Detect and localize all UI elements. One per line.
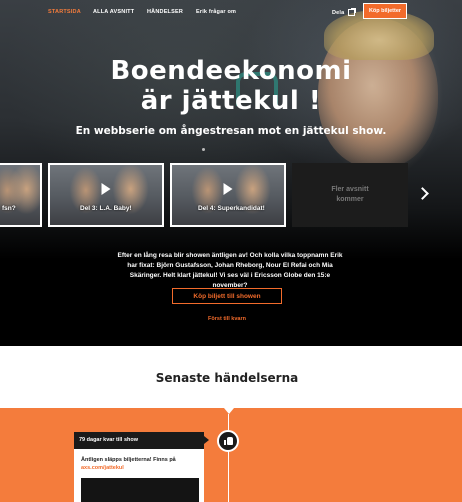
- episode-card-4[interactable]: Del 4: Superkandidat!: [170, 163, 286, 227]
- thumbs-up-icon: [223, 437, 233, 445]
- episode-label: fsn?: [2, 205, 16, 212]
- hero-title-line2: är jättekul !: [140, 86, 322, 116]
- share-label: Dela: [332, 9, 345, 16]
- like-button[interactable]: [217, 430, 239, 452]
- episode-thumbnail: [0, 165, 40, 225]
- nav-item-handelser[interactable]: HÄNDELSER: [147, 9, 183, 15]
- share-icon: [348, 8, 357, 16]
- carousel-dot[interactable]: [202, 148, 205, 151]
- buy-tickets-button[interactable]: Köp biljetter: [363, 3, 407, 19]
- timeline-notch: [224, 408, 234, 414]
- share-link[interactable]: Dela: [332, 8, 357, 16]
- event-card: 79 dagar kvar till show Äntligen släpps …: [74, 432, 204, 502]
- hero-subtitle: En webbserie om ångestresan mot en jätte…: [75, 125, 387, 137]
- episode-thumbnail: [50, 165, 162, 225]
- more-episodes-label: Fler avsnitt kommer: [331, 186, 369, 203]
- episode-card-3[interactable]: Del 3: L.A. Baby!: [48, 163, 164, 227]
- nav-item-startsida[interactable]: STARTSIDA: [48, 9, 81, 15]
- event-card-text: Äntligen släpps biljetterna! Finns på ax…: [81, 456, 201, 472]
- event-card-image: [81, 478, 199, 502]
- hero-title-line1: Boendeekonomi: [110, 56, 352, 86]
- episode-label: Del 4: Superkandidat!: [198, 205, 265, 212]
- first-come-link[interactable]: Först till kvarn: [0, 316, 454, 322]
- nav-item-erik-fragar-om[interactable]: Erik frågar om: [196, 9, 236, 15]
- nav-item-alla-avsnitt[interactable]: ALLA AVSNITT: [93, 9, 134, 15]
- event-card-header: 79 dagar kvar till show: [74, 432, 204, 449]
- events-timeline: [0, 408, 462, 502]
- intro-text: Efter en lång resa blir showen äntligen …: [117, 252, 343, 289]
- episode-card-prev[interactable]: fsn?: [0, 163, 42, 227]
- buy-show-ticket-button[interactable]: Köp biljett till showen: [172, 288, 282, 304]
- more-episodes-card: Fler avsnitt kommer: [292, 163, 408, 227]
- episode-thumbnail: [172, 165, 284, 225]
- play-icon: [101, 183, 111, 195]
- episode-label: Del 3: L.A. Baby!: [80, 205, 132, 212]
- top-nav: STARTSIDA ALLA AVSNITT HÄNDELSER Erik fr…: [0, 0, 462, 24]
- timeline-line: [228, 414, 229, 502]
- event-card-pointer: [204, 436, 209, 444]
- event-card-link[interactable]: axs.com/jattekul: [81, 465, 124, 471]
- play-icon: [223, 183, 233, 195]
- events-title: Senaste händelserna: [155, 371, 299, 385]
- event-card-body: Äntligen släpps biljetterna! Finns på: [81, 457, 176, 463]
